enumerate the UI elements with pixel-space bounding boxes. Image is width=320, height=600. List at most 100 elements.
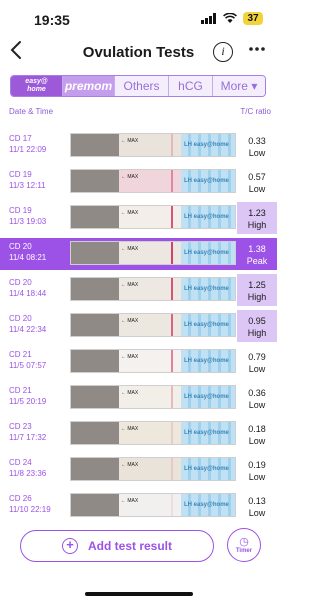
info-button[interactable]: i <box>213 42 233 62</box>
cycle-day: CD 24 <box>9 458 32 467</box>
test-row[interactable]: CD 24 11/8 23:36 ← MAX LH easy@home 0.19 Low <box>0 454 277 486</box>
ratio-cell: 1.25 High <box>237 274 277 306</box>
tab-more[interactable]: More ▾ <box>213 76 265 96</box>
ratio-level: Low <box>248 184 266 194</box>
test-datetime: 11/3 19:03 <box>9 216 47 226</box>
test-strip-image: ← MAX LH easy@home <box>70 457 236 481</box>
status-bar: 19:35 37 <box>0 0 277 38</box>
strip-handle <box>71 242 119 264</box>
ratio-cell: 0.36 Low <box>237 382 277 414</box>
ratio-value: 1.23 <box>248 208 266 218</box>
test-date-cell: CD 17 11/1 22:09 <box>9 134 46 155</box>
test-line <box>171 170 173 192</box>
test-row[interactable]: CD 21 11/5 07:57 ← MAX LH easy@home 0.79 Low <box>0 346 277 378</box>
strip-wrapper: LH easy@home <box>181 458 235 480</box>
test-datetime: 11/3 12:11 <box>9 180 46 190</box>
test-date-cell: CD 21 11/5 07:57 <box>9 350 46 371</box>
test-line <box>171 458 173 480</box>
ratio-level: High <box>247 292 267 302</box>
test-row[interactable]: CD 26 11/10 22:19 ← MAX LH easy@home 0.13 Low <box>0 490 277 522</box>
tab-easy-home-bottom: home <box>27 86 46 93</box>
max-label: ← MAX <box>121 498 139 504</box>
test-row[interactable]: CD 20 11/4 22:34 ← MAX LH easy@home 0.95 High <box>0 310 277 342</box>
ratio-cell: 1.38 Peak <box>237 238 277 270</box>
ratio-value: 0.13 <box>248 496 266 506</box>
test-datetime: 11/5 20:19 <box>9 396 47 406</box>
test-datetime: 11/4 18:44 <box>9 288 47 298</box>
ratio-value: 0.33 <box>248 136 266 146</box>
test-row[interactable]: CD 21 11/5 20:19 ← MAX LH easy@home 0.36 Low <box>0 382 277 414</box>
test-row[interactable]: CD 19 11/3 19:03 ← MAX LH easy@home 1.23 High <box>0 202 277 234</box>
max-label: ← MAX <box>121 318 139 324</box>
cycle-day: CD 21 <box>9 350 32 359</box>
ratio-level: Low <box>248 436 266 446</box>
ratio-value: 0.18 <box>248 424 266 434</box>
tab-premom[interactable]: premom <box>63 76 115 96</box>
strip-wrapper: LH easy@home <box>181 386 235 408</box>
page-title: Ovulation Tests <box>82 44 195 61</box>
add-test-result-button[interactable]: + Add test result <box>20 530 214 562</box>
test-datetime: 11/7 17:32 <box>9 432 47 442</box>
ratio-cell: 0.13 Low <box>237 490 277 522</box>
test-date-cell: CD 24 11/8 23:36 <box>9 458 46 479</box>
test-strip-image: ← MAX LH easy@home <box>70 169 236 193</box>
strip-handle <box>71 386 119 408</box>
test-strip-image: ← MAX LH easy@home <box>70 313 236 337</box>
test-datetime: 11/10 22:19 <box>9 504 51 514</box>
ratio-cell: 0.95 High <box>237 310 277 342</box>
strip-brand-text: LH easy@home <box>184 394 229 400</box>
ratio-level: Peak <box>246 256 268 266</box>
clock-icon: ◷ <box>239 535 249 548</box>
max-label: ← MAX <box>121 390 139 396</box>
test-strip-image: ← MAX LH easy@home <box>70 133 236 157</box>
strip-handle <box>71 314 119 336</box>
ratio-value: 0.36 <box>248 388 266 398</box>
test-row[interactable]: CD 17 11/1 22:09 ← MAX LH easy@home 0.33 Low <box>0 130 277 162</box>
timer-button[interactable]: ◷ Timer <box>227 528 261 562</box>
ratio-cell: 0.19 Low <box>237 454 277 486</box>
strip-brand-text: LH easy@home <box>184 142 229 148</box>
strip-handle <box>71 458 119 480</box>
strip-brand-text: LH easy@home <box>184 322 229 328</box>
test-strip-image: ← MAX LH easy@home <box>70 277 236 301</box>
test-strip-image: ← MAX LH easy@home <box>70 385 236 409</box>
ratio-level: Low <box>248 364 266 374</box>
test-datetime: 11/1 22:09 <box>9 144 47 154</box>
test-row[interactable]: CD 20 11/4 18:44 ← MAX LH easy@home 1.25 High <box>0 274 277 306</box>
test-datetime: 11/5 07:57 <box>9 360 47 370</box>
more-options-button[interactable] <box>249 39 265 64</box>
ratio-level: Low <box>248 472 266 482</box>
ratio-value: 0.19 <box>248 460 266 470</box>
test-line <box>171 242 173 264</box>
test-line <box>171 134 173 156</box>
test-row[interactable]: CD 23 11/7 17:32 ← MAX LH easy@home 0.18 Low <box>0 418 277 450</box>
cycle-day: CD 19 <box>9 170 32 179</box>
cycle-day: CD 26 <box>9 494 32 503</box>
max-label: ← MAX <box>121 138 139 144</box>
test-row[interactable]: CD 20 11/4 08:21 ← MAX LH easy@home 1.38 Peak <box>0 238 277 270</box>
strip-handle <box>71 206 119 228</box>
nav-bar: Ovulation Tests i <box>0 38 277 70</box>
brand-tabs: easy@ home premom Others hCG More ▾ <box>10 75 266 97</box>
signal-icon <box>201 13 216 24</box>
test-strip-image: ← MAX LH easy@home <box>70 349 236 373</box>
test-datetime: 11/4 08:21 <box>9 252 47 262</box>
footer: + Add test result ◷ Timer <box>0 520 277 600</box>
tab-easy-home-top: easy@ <box>25 78 48 85</box>
strip-wrapper: LH easy@home <box>181 314 235 336</box>
max-label: ← MAX <box>121 210 139 216</box>
strip-brand-text: LH easy@home <box>184 178 229 184</box>
ratio-value: 1.38 <box>248 244 266 254</box>
tab-easy-home[interactable]: easy@ home <box>11 76 63 96</box>
ratio-level: High <box>247 220 267 230</box>
strip-handle <box>71 170 119 192</box>
max-label: ← MAX <box>121 354 139 360</box>
tab-others[interactable]: Others <box>115 76 169 96</box>
tab-hcg[interactable]: hCG <box>169 76 213 96</box>
status-icons: 37 <box>201 12 263 25</box>
test-strip-image: ← MAX LH easy@home <box>70 421 236 445</box>
test-line <box>171 494 173 516</box>
test-line <box>171 314 173 336</box>
test-row[interactable]: CD 19 11/3 12:11 ← MAX LH easy@home 0.57 Low <box>0 166 277 198</box>
max-label: ← MAX <box>121 174 139 180</box>
